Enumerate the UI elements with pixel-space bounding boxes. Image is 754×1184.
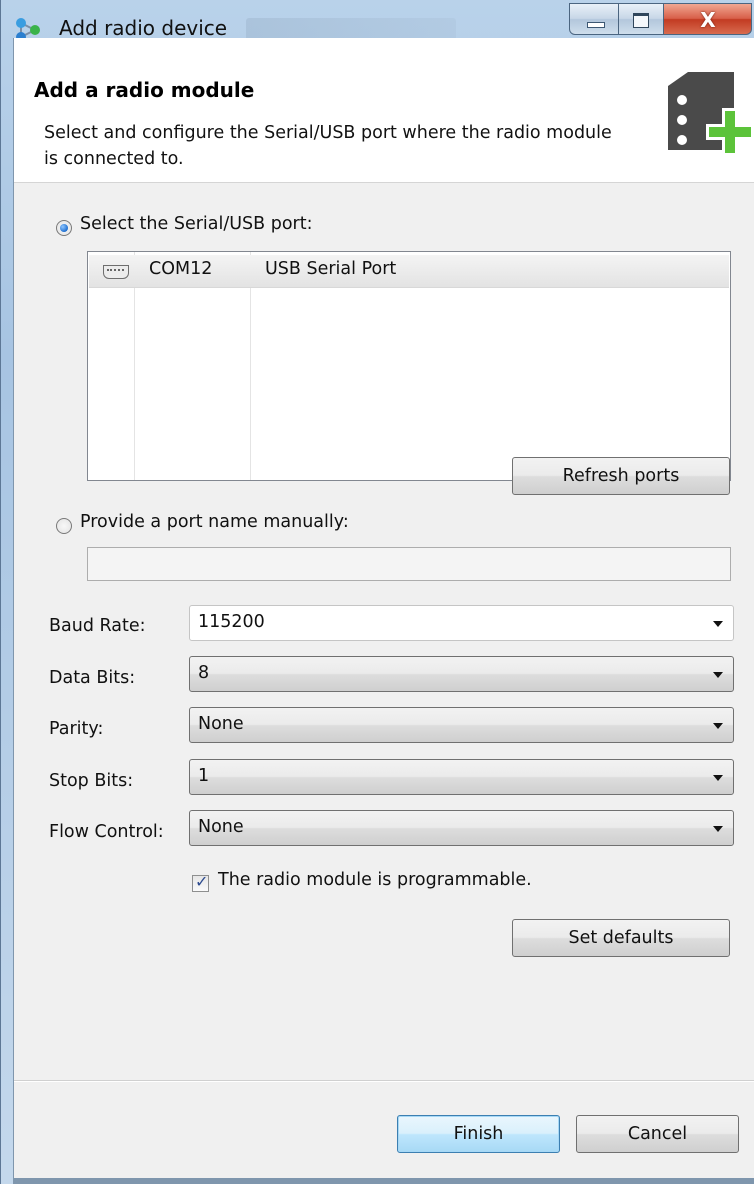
radio-module-add-icon: [668, 72, 754, 156]
wizard-header: Add a radio module Select and configure …: [14, 38, 754, 183]
serial-port-icon: [103, 265, 129, 279]
baud-rate-label: Baud Rate:: [49, 616, 146, 636]
baud-rate-value: 115200: [198, 612, 265, 632]
caption-buttons: X: [569, 3, 754, 37]
port-name: COM12: [149, 259, 213, 279]
stop-bits-value: 1: [198, 766, 210, 786]
parity-select[interactable]: None: [189, 707, 734, 743]
baud-rate-combo[interactable]: 115200: [189, 605, 734, 641]
parity-value: None: [198, 714, 244, 734]
finish-button[interactable]: Finish: [397, 1115, 560, 1153]
select-port-label[interactable]: Select the Serial/USB port:: [80, 214, 313, 234]
dialog-client-area: Add a radio module Select and configure …: [13, 38, 754, 1184]
cancel-button[interactable]: Cancel: [576, 1115, 739, 1153]
programmable-checkbox[interactable]: ✓: [192, 872, 209, 892]
maximize-button[interactable]: [619, 3, 664, 35]
chevron-down-icon[interactable]: [713, 621, 723, 627]
manual-port-input[interactable]: [87, 547, 731, 581]
window-bottom-border: [14, 1178, 754, 1184]
footer-separator: [14, 1080, 754, 1081]
manual-port-radio[interactable]: [56, 518, 72, 534]
chevron-down-icon: [713, 723, 723, 729]
port-list[interactable]: COM12 USB Serial Port: [87, 251, 731, 481]
manual-port-label[interactable]: Provide a port name manually:: [80, 512, 349, 532]
checkmark-icon: ✓: [195, 872, 209, 891]
page-description: Select and configure the Serial/USB port…: [44, 123, 612, 169]
data-bits-select[interactable]: 8: [189, 656, 734, 692]
port-list-row[interactable]: COM12 USB Serial Port: [89, 255, 729, 288]
close-icon: X: [700, 8, 716, 32]
port-description: USB Serial Port: [265, 259, 397, 279]
close-button[interactable]: X: [664, 3, 752, 35]
stop-bits-label: Stop Bits:: [49, 771, 134, 791]
chevron-down-icon: [713, 775, 723, 781]
minimize-icon: [587, 22, 605, 28]
data-bits-value: 8: [198, 663, 210, 683]
programmable-label[interactable]: The radio module is programmable.: [218, 870, 532, 890]
data-bits-label: Data Bits:: [49, 668, 136, 688]
parity-label: Parity:: [49, 719, 104, 739]
flow-control-value: None: [198, 817, 244, 837]
maximize-icon: [633, 13, 649, 28]
set-defaults-button[interactable]: Set defaults: [512, 919, 730, 957]
window-title: Add radio device: [59, 16, 228, 40]
dialog-window: Add radio device X Add a radio module Se…: [0, 0, 754, 1184]
select-port-radio[interactable]: [56, 220, 72, 236]
chevron-down-icon: [713, 672, 723, 678]
refresh-ports-button[interactable]: Refresh ports: [512, 457, 730, 495]
page-title: Add a radio module: [34, 78, 255, 102]
minimize-button[interactable]: [569, 3, 619, 35]
chevron-down-icon: [713, 826, 723, 832]
flow-control-label: Flow Control:: [49, 822, 164, 842]
flow-control-select[interactable]: None: [189, 810, 734, 846]
stop-bits-select[interactable]: 1: [189, 759, 734, 795]
